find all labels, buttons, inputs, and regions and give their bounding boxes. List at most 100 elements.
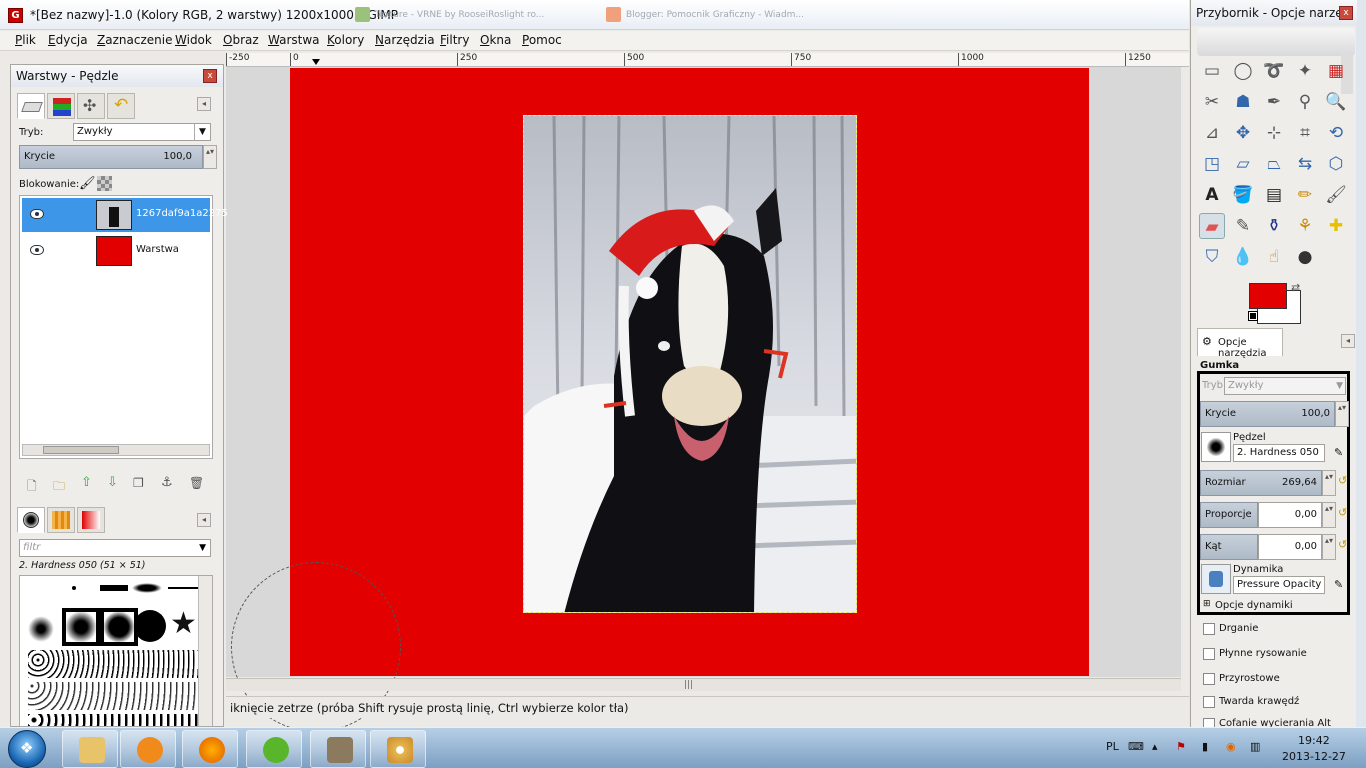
taskbar-explorer[interactable] [62, 730, 118, 768]
taskbar-media-player[interactable] [120, 730, 176, 768]
select-by-color-tool-icon[interactable]: ▦ [1323, 58, 1349, 84]
menu-filtry[interactable]: Filtry [440, 33, 469, 47]
brush-preset[interactable] [28, 616, 54, 642]
close-icon[interactable]: x [1339, 6, 1353, 20]
tray-app-icon[interactable]: ◉ [1226, 740, 1236, 753]
incremental-checkbox[interactable] [1203, 673, 1215, 685]
eraser-tool-icon[interactable]: ▰ [1199, 213, 1225, 239]
default-colors-icon[interactable] [1248, 311, 1258, 321]
jitter-checkbox[interactable] [1203, 623, 1215, 635]
tab-gradients[interactable] [77, 507, 105, 533]
free-select-tool-icon[interactable]: ➰ [1261, 58, 1287, 84]
tab-paths[interactable]: ✣ [77, 93, 105, 119]
shear-tool-icon[interactable]: ▱ [1230, 151, 1256, 177]
dock-menu-button[interactable]: ◂ [197, 513, 211, 527]
eraser-mode-select[interactable]: Zwykły ▼ [1224, 377, 1346, 395]
layer-row-warstwa[interactable]: Warstwa [22, 234, 210, 268]
fuzzy-select-tool-icon[interactable]: ✦ [1292, 58, 1318, 84]
new-layer-icon[interactable]: 🗋 [27, 477, 37, 498]
brush-filter-input[interactable]: filtr ▼ [19, 539, 211, 557]
start-button[interactable]: ❖ [8, 730, 46, 768]
dynamics-options-expander[interactable]: Opcje dynamiki [1215, 600, 1293, 611]
brush-preset-hardness-050[interactable] [100, 608, 138, 646]
background-window-tab[interactable]: Blogger: Pomocnik Graficzny - Wiadm... [606, 6, 804, 24]
brush-preset[interactable] [134, 610, 166, 642]
star-brush-icon[interactable]: ★ [170, 606, 197, 642]
brush-preview-button[interactable] [1201, 432, 1231, 462]
menu-narzedzia[interactable]: Narzędzia [375, 33, 435, 47]
rect-select-tool-icon[interactable]: ▭ [1199, 58, 1225, 84]
menu-pomoc[interactable]: Pomoc [522, 33, 562, 47]
reset-aspect-icon[interactable]: ↺ [1338, 506, 1347, 519]
move-tool-icon[interactable]: ✥ [1230, 120, 1256, 146]
background-window-tab[interactable]: Texture - VRNE by RooseiRoslight ro... [355, 6, 544, 24]
blur-sharpen-tool-icon[interactable]: 💧 [1230, 244, 1256, 270]
brush-preset-row[interactable] [28, 682, 208, 710]
perspective-tool-icon[interactable]: ⏢ [1261, 151, 1287, 177]
tab-layers[interactable] [17, 93, 45, 119]
angle-slider[interactable]: Kąt [1200, 534, 1258, 560]
taskbar-utorrent[interactable] [246, 730, 302, 768]
layers-hscrollbar[interactable] [22, 444, 210, 456]
menu-edycja[interactable]: Edycja [48, 33, 88, 47]
clone-tool-icon[interactable]: ⚘ [1292, 213, 1318, 239]
text-tool-icon[interactable]: A [1199, 182, 1225, 208]
measure-tool-icon[interactable]: ⊿ [1199, 120, 1225, 146]
menu-okna[interactable]: Okna [480, 33, 511, 47]
clock-date[interactable]: 2013-12-27 [1282, 750, 1346, 763]
menu-plik[interactable]: Plik [15, 33, 36, 47]
dynamics-preview-button[interactable] [1201, 564, 1231, 594]
edit-dynamics-icon[interactable]: ✎ [1334, 578, 1343, 591]
layer-mode-select[interactable]: Zwykły ▼ [73, 123, 211, 141]
layer-row-photo[interactable]: 1267daf9a1a2275 [22, 198, 228, 232]
new-layer-group-icon[interactable]: 🗀 [53, 477, 65, 498]
brush-preset[interactable] [100, 585, 128, 591]
rotate-tool-icon[interactable]: ⟲ [1323, 120, 1349, 146]
menu-kolory[interactable]: Kolory [327, 33, 364, 47]
ellipse-select-tool-icon[interactable]: ◯ [1230, 58, 1256, 84]
angle-value[interactable]: 0,00 [1258, 534, 1322, 560]
lower-layer-icon[interactable]: ⇩ [107, 475, 118, 490]
visibility-eye-icon[interactable] [30, 245, 44, 255]
smudge-tool-icon[interactable]: ☝ [1261, 244, 1287, 270]
tab-brushes[interactable] [17, 507, 45, 533]
dodge-burn-tool-icon[interactable]: ● [1292, 244, 1318, 270]
brushes-grid[interactable]: ★ [19, 575, 213, 727]
ink-tool-icon[interactable]: ⚱ [1261, 213, 1287, 239]
visibility-eye-icon[interactable] [30, 209, 44, 219]
brushes-scrollbar[interactable] [198, 576, 212, 726]
flip-tool-icon[interactable]: ⇆ [1292, 151, 1318, 177]
perspective-clone-tool-icon[interactable]: ⛉ [1199, 244, 1225, 270]
taskbar-gimp[interactable] [310, 730, 366, 768]
paintbrush-tool-icon[interactable]: 🖌 [1323, 182, 1349, 208]
hard-edge-checkbox[interactable] [1203, 696, 1215, 708]
show-hidden-icons-chevron-icon[interactable]: ▴ [1152, 740, 1158, 753]
blend-tool-icon[interactable]: ▤ [1261, 182, 1287, 208]
dock-menu-button[interactable]: ◂ [197, 97, 211, 111]
angle-spin-button[interactable]: ▴▾ [1322, 534, 1336, 560]
color-picker-tool-icon[interactable]: ⚲ [1292, 89, 1318, 115]
swap-colors-icon[interactable]: ⇄ [1291, 281, 1300, 294]
eraser-opacity-slider[interactable]: Krycie 100,0 [1200, 401, 1335, 427]
scissors-tool-icon[interactable]: ✂ [1199, 89, 1225, 115]
aspect-ratio-slider[interactable]: Proporcje [1200, 502, 1258, 528]
anchor-layer-icon[interactable]: ⚓ [161, 475, 173, 490]
bucket-fill-tool-icon[interactable]: 🪣 [1230, 182, 1256, 208]
menu-warstwa[interactable]: Warstwa [268, 33, 320, 47]
smooth-stroke-checkbox[interactable] [1203, 648, 1215, 660]
menu-obraz[interactable]: Obraz [223, 33, 259, 47]
brush-preset-row[interactable] [28, 714, 208, 726]
action-center-flag-icon[interactable]: ⚑ [1176, 740, 1186, 753]
reset-size-icon[interactable]: ↺ [1338, 474, 1347, 487]
taskbar-firefox[interactable] [182, 730, 238, 768]
edit-brush-icon[interactable]: ✎ [1334, 446, 1343, 459]
taskbar-paint[interactable] [370, 730, 426, 768]
aspect-spin-button[interactable]: ▴▾ [1322, 502, 1336, 528]
dock-menu-button[interactable]: ◂ [1341, 334, 1355, 348]
network-icon[interactable]: ▥ [1250, 740, 1260, 753]
expand-icon[interactable]: ⊞ [1203, 599, 1211, 609]
pencil-tool-icon[interactable]: ✏ [1292, 182, 1318, 208]
opacity-spin-button[interactable]: ▴▾ [1335, 401, 1349, 427]
tab-patterns[interactable] [47, 507, 75, 533]
brush-name-field[interactable]: 2. Hardness 050 [1233, 444, 1325, 462]
